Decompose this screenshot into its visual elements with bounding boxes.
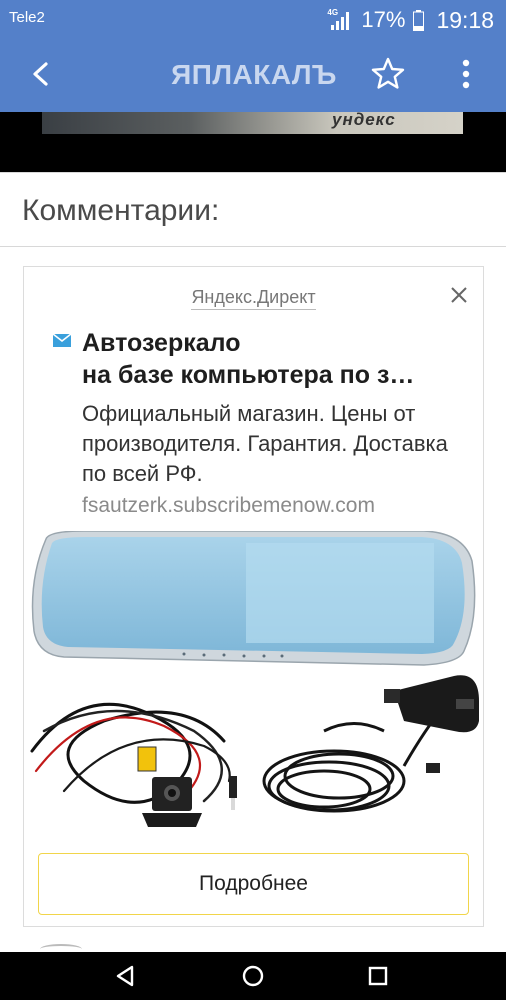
more-vert-icon[interactable] <box>448 54 484 94</box>
ad-url[interactable]: fsautzerk.subscribemenow.com <box>82 494 375 518</box>
ad-description: Официальный магазин. Цены от производите… <box>82 401 448 486</box>
divider <box>0 246 506 247</box>
ad-headline[interactable]: Автозеркало на базе компьютера по з… <box>82 327 472 391</box>
ad-headline-line2: на базе компьютера по з… <box>82 361 415 389</box>
app-logo-text: ЯПЛАКАЛЪ <box>171 59 337 90</box>
signal-icon: 4G <box>327 8 353 32</box>
divider <box>0 172 506 173</box>
back-triangle-icon[interactable] <box>108 960 142 992</box>
ad-card[interactable]: Яндекс.Директ Автозеркало на базе компью… <box>23 266 484 927</box>
details-button[interactable]: Подробнее <box>38 853 469 915</box>
battery-percent: 17% <box>361 7 406 32</box>
clock: 19:18 <box>436 6 494 33</box>
ad-product-image[interactable] <box>24 530 483 841</box>
app-bar: ЯПЛАКАЛЪ <box>0 40 506 112</box>
comments-heading: Комментарии: <box>22 194 220 227</box>
app-logo[interactable]: ЯПЛАКАЛЪ <box>152 55 357 95</box>
battery-icon <box>413 9 425 31</box>
mail-icon <box>52 333 72 347</box>
system-nav-bar <box>0 952 506 1000</box>
post-photo-text: ундекс <box>332 112 396 129</box>
back-arrow-icon[interactable] <box>22 54 62 94</box>
close-icon[interactable] <box>448 284 470 306</box>
recents-square-icon[interactable] <box>361 960 395 992</box>
star-icon[interactable] <box>368 54 408 94</box>
status-icons: 4G 17% 19:18 <box>327 6 494 34</box>
ad-headline-line1: Автозеркало <box>82 329 241 357</box>
ad-provider-label: Яндекс.Директ <box>191 287 316 310</box>
post-image: ундекс <box>0 112 506 172</box>
ad-provider[interactable]: Яндекс.Директ <box>24 287 483 310</box>
home-circle-icon[interactable] <box>236 960 270 992</box>
post-photo: ундекс <box>42 112 463 134</box>
status-bar: Tele2 4G 17% 19:18 <box>0 0 506 40</box>
carrier-name: Tele2 <box>9 9 45 26</box>
